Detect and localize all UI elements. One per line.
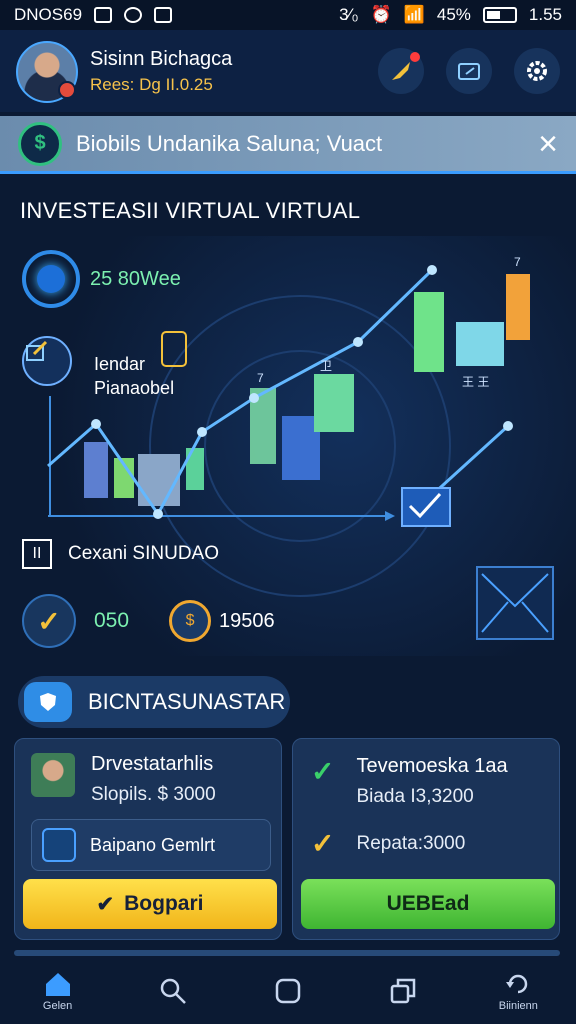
- search-icon: [160, 978, 186, 1004]
- investment-dashboard: 7 卫 王 王 7 25 80Wee Iendar Pianaobel II C…: [0, 236, 576, 656]
- chart-bar: [84, 442, 108, 498]
- chart-marker: 7: [257, 371, 264, 385]
- alarm-icon: ⏰: [370, 5, 392, 24]
- nav-home[interactable]: Gelen: [18, 970, 98, 1012]
- uebead-button[interactable]: UEBEad: [301, 879, 555, 929]
- battery-percent: 45%: [436, 5, 471, 24]
- metric: 25 80Wee: [22, 250, 181, 308]
- metric-value: 25 80Wee: [90, 267, 181, 290]
- chart-bar: [314, 374, 354, 432]
- card-title: Tevemoeska 1aa: [356, 755, 508, 777]
- calendar-icon: [42, 828, 76, 862]
- notice-banner: $ Biobils Undanika Saluna; Vuact ×: [0, 116, 576, 174]
- notification-dot: [410, 52, 420, 62]
- user-info: Sisinn Bichagca Rees: Dg II.0.25: [90, 48, 232, 95]
- shield-icon: [24, 682, 72, 722]
- note-text: Iendar Pianaobel: [94, 352, 174, 400]
- home-icon: [45, 973, 70, 996]
- chart-marker: 卫: [320, 359, 332, 373]
- status-bar: DNOS69 3⁄₀ ⏰ 📶 45% 1.55: [0, 0, 576, 30]
- chart-marker: 7: [514, 255, 521, 269]
- nav-label: Biinienn: [498, 1000, 538, 1012]
- chart-bar: [456, 322, 504, 366]
- nav-search[interactable]: [133, 976, 213, 1006]
- card-subtitle: Slopils. $ 3000: [91, 784, 216, 805]
- chart-marker: 王 王: [462, 375, 489, 389]
- nav-square[interactable]: [248, 976, 328, 1006]
- avatar-badge: [58, 81, 76, 99]
- status-left-text: DNOS69: [14, 5, 83, 24]
- checkmark-icon: ✓: [311, 756, 335, 787]
- chart-bar: [414, 292, 444, 372]
- clock: 1.55: [528, 5, 562, 24]
- banner-text: Biobils Undanika Saluna; Vuact: [76, 130, 383, 156]
- investment-card-left: Drvestatarhlis Slopils. $ 3000 Baipano G…: [14, 738, 282, 940]
- calendar-label: Baipano Gemlrt: [90, 834, 216, 855]
- score-row: ✓ 050 $ 19506: [22, 594, 275, 648]
- pause-icon: II: [22, 539, 52, 569]
- score-value: 050: [94, 609, 130, 632]
- page-title: INVESTEASII VIRTUAL VIRTUAL: [20, 198, 361, 223]
- copy-icon: [390, 978, 416, 1004]
- stat-row: II Cexani SINUDAO: [22, 539, 219, 569]
- check-circle-icon: ✔: [96, 892, 115, 916]
- folder-icon: [458, 63, 480, 80]
- image-icon: [94, 7, 113, 23]
- card-detail: Repata:3000: [356, 832, 466, 854]
- rocket-button[interactable]: [378, 48, 424, 94]
- bogpari-button[interactable]: ✔ Bogpari: [23, 879, 277, 929]
- card-title: Drvestatarhlis: [91, 753, 214, 775]
- rocket-icon: [392, 62, 410, 80]
- youtube-icon: [154, 7, 173, 23]
- signal-text: 3⁄₀: [339, 5, 359, 24]
- pill-label: BICNTASUNASTAR: [88, 689, 286, 714]
- section-pill[interactable]: BICNTASUNASTAR: [18, 676, 290, 728]
- folder-button[interactable]: [446, 48, 492, 94]
- note-line-1: Iendar: [94, 354, 146, 374]
- bottom-nav: Gelen Biinienn: [0, 958, 576, 1024]
- calendar-field[interactable]: Baipano Gemlrt: [31, 819, 271, 871]
- card-header: Drvestatarhlis Slopils. $ 3000: [31, 753, 216, 806]
- button-label: Bogpari: [124, 892, 204, 915]
- chart-bar: [138, 454, 180, 506]
- checkmark-icon: ✓: [22, 594, 76, 648]
- gear-icon: [527, 61, 547, 81]
- nav-label: Gelen: [42, 1000, 73, 1012]
- stat-label: Cexani SINUDAO: [68, 543, 219, 564]
- checkmark-icon: ✓: [311, 828, 335, 859]
- avatar: [31, 753, 75, 797]
- mail-icon[interactable]: [476, 566, 554, 640]
- note-icon: [22, 336, 72, 386]
- coin-icon: $: [169, 600, 212, 642]
- user-name: Sisinn Bichagca: [90, 47, 233, 70]
- user-subtitle: Rees: Dg II.0.25: [90, 74, 213, 94]
- nav-refresh[interactable]: Biinienn: [478, 970, 558, 1012]
- nav-copy[interactable]: [363, 976, 443, 1006]
- settings-button[interactable]: [514, 48, 560, 94]
- card-row: ✓ Tevemoeska 1aa Biada I3,3200: [311, 755, 508, 808]
- card-row: ✓ Repata:3000: [311, 827, 465, 860]
- dollar-icon: $: [18, 121, 62, 166]
- coin-value: 19506: [219, 609, 275, 632]
- note-line-2: Pianaobel: [94, 378, 175, 398]
- divider: [14, 950, 560, 956]
- avatar[interactable]: [16, 41, 78, 103]
- investment-card-right: ✓ Tevemoeska 1aa Biada I3,3200 ✓ Repata:…: [292, 738, 560, 940]
- messenger-icon: [124, 7, 143, 23]
- close-icon[interactable]: ×: [538, 127, 558, 161]
- refresh-icon: [506, 974, 528, 994]
- chart-bar: [506, 274, 530, 340]
- square-icon: [275, 978, 301, 1004]
- card-subtitle: Biada I3,3200: [356, 786, 474, 807]
- app-header: Sisinn Bichagca Rees: Dg II.0.25: [0, 30, 576, 112]
- target-icon: [22, 250, 80, 308]
- wifi-icon: 📶: [403, 5, 425, 24]
- battery-icon: [482, 7, 517, 23]
- header-actions: [378, 48, 560, 94]
- button-label: UEBEad: [386, 892, 470, 915]
